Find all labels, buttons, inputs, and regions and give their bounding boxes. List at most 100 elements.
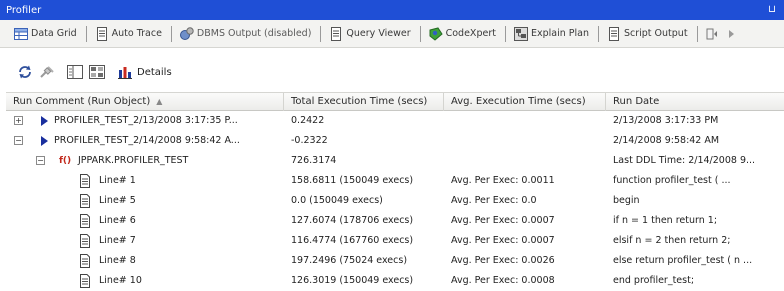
total-time-cell: 726.3174 <box>291 155 337 166</box>
total-time-cell: 126.3019 (150049 execs) <box>291 275 414 286</box>
tab-label: Script Output <box>623 28 688 39</box>
toolbar-separator <box>419 25 421 42</box>
sort-ascending-icon: ▲ <box>156 97 163 106</box>
run-comment-cell: Line# 5 <box>6 191 284 211</box>
tab-auto-trace[interactable]: Auto Trace <box>95 26 162 41</box>
run-comment-cell: Line# 1 <box>6 171 284 191</box>
run-arrow-icon <box>41 116 48 126</box>
line-icon <box>79 174 91 188</box>
tree-row[interactable]: Line# 1 158.6811 (150049 execs) Avg. Per E… <box>6 171 784 191</box>
run-date-cell: if n = 1 then return 1; <box>613 215 718 226</box>
details-label: Details <box>137 66 172 78</box>
profiler-toolbar: Details <box>0 60 784 84</box>
run-date-cell: function profiler_test ( ... <box>613 175 731 186</box>
scroll-tabs-right-icon[interactable] <box>726 27 738 41</box>
run-comment-text: Line# 6 <box>99 215 136 226</box>
toolbar-separator <box>320 25 322 42</box>
document-icon <box>329 26 343 41</box>
total-time-cell: 158.6811 (150049 execs) <box>291 175 414 186</box>
run-comment-text: PROFILER_TEST_2/13/2008 3:17:35 P... <box>54 115 238 126</box>
toolbar-separator <box>696 25 698 42</box>
avg-time-cell: Avg. Per Exec: 0.0007 <box>451 215 555 226</box>
run-date-cell: 2/13/2008 3:17:33 PM <box>613 115 719 126</box>
toolbar-separator <box>170 25 172 42</box>
tab-codexpert[interactable]: CodeXpert <box>429 26 496 41</box>
window-title: Profiler <box>6 4 42 16</box>
toolbar-separator <box>85 25 87 42</box>
grid-icon <box>14 27 28 41</box>
expand-icon[interactable]: + <box>14 116 23 125</box>
more-tabs-icon[interactable] <box>706 27 720 41</box>
column-header-label: Run Date <box>613 96 660 107</box>
tab-label: CodeXpert <box>445 28 496 39</box>
column-header-run-comment[interactable]: Run Comment (Run Object) ▲ <box>6 93 284 111</box>
run-comment-text: PROFILER_TEST_2/14/2008 9:58:42 A... <box>54 135 240 146</box>
disconnect-icon[interactable] <box>39 64 55 80</box>
tab-dbms-output[interactable]: DBMS Output (disabled) <box>179 26 312 41</box>
column-header-run-date[interactable]: Run Date <box>606 93 784 111</box>
tab-script-output[interactable]: Script Output <box>607 26 688 41</box>
tab-label: DBMS Output (disabled) <box>196 28 312 39</box>
tab-query-viewer[interactable]: Query Viewer <box>329 26 411 41</box>
tab-explain-plan[interactable]: Explain Plan <box>513 26 589 41</box>
output-tab-bar: Data Grid Auto Trace DBMS Output (disabl… <box>0 20 784 48</box>
run-date-cell: end profiler_test; <box>613 275 695 286</box>
run-comment-text: Line# 10 <box>99 275 142 286</box>
avg-time-cell: Avg. Per Exec: 0.0011 <box>451 175 555 186</box>
run-comment-cell: − PROFILER_TEST_2/14/2008 9:58:42 A... <box>6 131 284 151</box>
tree-row[interactable]: Line# 5 0.0 (150049 execs) Avg. Per Exec: … <box>6 191 784 211</box>
total-time-cell: 127.6074 (178706 execs) <box>291 215 414 226</box>
line-icon <box>79 194 91 208</box>
refresh-icon[interactable] <box>17 64 33 80</box>
grid-view-icon[interactable] <box>89 64 105 80</box>
tree-row[interactable]: − f() JPPARK.PROFILER_TEST 726.3174 Last DDL… <box>6 151 784 171</box>
run-arrow-icon <box>41 136 48 146</box>
column-header-label: Run Comment (Run Object) <box>13 96 151 107</box>
run-comment-cell: + PROFILER_TEST_2/13/2008 3:17:35 P... <box>6 111 284 131</box>
grid-header: Run Comment (Run Object) ▲ Total Executio… <box>6 93 784 111</box>
column-header-total-time[interactable]: Total Execution Time (secs) <box>284 93 444 111</box>
toolbar-separator <box>504 25 506 42</box>
total-time-cell: 0.2422 <box>291 115 325 126</box>
tab-label: Auto Trace <box>111 28 162 39</box>
explain-plan-icon <box>513 26 528 41</box>
title-bar: Profiler ⊔ <box>0 0 784 20</box>
line-icon <box>79 274 91 288</box>
run-comment-cell: Line# 10 <box>6 271 284 291</box>
dbms-output-icon <box>179 26 194 41</box>
avg-time-cell <box>444 151 606 171</box>
avg-time-cell <box>444 131 606 151</box>
collapse-icon[interactable]: − <box>14 136 23 145</box>
avg-time-cell: Avg. Per Exec: 0.0008 <box>451 275 555 286</box>
avg-time-cell <box>444 111 606 131</box>
pin-icon[interactable]: ⊔ <box>766 3 778 16</box>
document-icon <box>607 26 621 41</box>
tree-row[interactable]: Line# 6 127.6074 (178706 execs) Avg. Per E… <box>6 211 784 231</box>
collapse-icon[interactable]: − <box>36 156 45 165</box>
column-header-avg-time[interactable]: Avg. Execution Time (secs) <box>444 93 606 111</box>
tree-row[interactable]: Line# 8 197.2496 (75024 execs) Avg. Per Ex… <box>6 251 784 271</box>
avg-time-cell: Avg. Per Exec: 0.0026 <box>451 255 555 266</box>
tree-row[interactable]: − PROFILER_TEST_2/14/2008 9:58:42 A... -0.… <box>6 131 784 151</box>
tree-row[interactable]: Line# 10 126.3019 (150049 execs) Avg. Per … <box>6 271 784 291</box>
tab-label: Query Viewer <box>346 28 411 39</box>
tab-data-grid[interactable]: Data Grid <box>14 27 77 41</box>
columns-view-icon[interactable] <box>67 64 83 80</box>
total-time-cell: 0.0 (150049 execs) <box>291 195 383 206</box>
tree-row[interactable]: Line# 7 116.4774 (167760 execs) Avg. Per E… <box>6 231 784 251</box>
line-icon <box>79 234 91 248</box>
profiler-panel: Profiler ⊔ Data Grid Auto Trace DBMS Out… <box>0 0 784 288</box>
avg-time-cell: Avg. Per Exec: 0.0 <box>451 195 537 206</box>
toolbar-separator <box>597 25 599 42</box>
run-date-cell: Last DDL Time: 2/14/2008 9... <box>613 155 756 166</box>
run-comment-text: Line# 5 <box>99 195 136 206</box>
run-comment-text: Line# 8 <box>99 255 136 266</box>
run-date-cell: begin <box>613 195 640 206</box>
tree-row[interactable]: + PROFILER_TEST_2/13/2008 3:17:35 P... 0.2… <box>6 111 784 131</box>
column-header-label: Avg. Execution Time (secs) <box>451 96 586 107</box>
function-icon: f() <box>59 156 72 166</box>
bar-chart-icon <box>117 64 133 80</box>
codexpert-icon <box>429 26 443 41</box>
details-button[interactable]: Details <box>117 64 172 80</box>
run-comment-text: JPPARK.PROFILER_TEST <box>78 155 189 166</box>
